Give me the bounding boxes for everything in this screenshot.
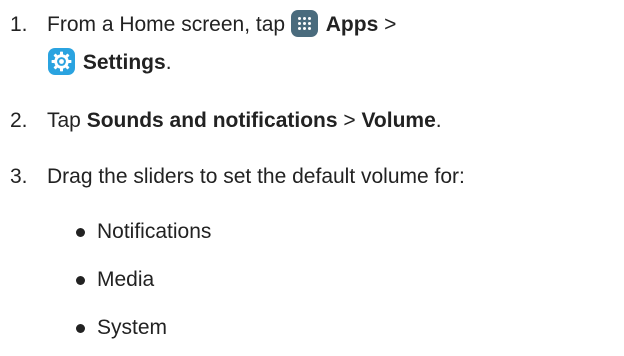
separator: > xyxy=(378,13,397,36)
bullet-dot xyxy=(76,324,85,333)
settings-gear-icon xyxy=(48,48,75,75)
step-1-line-1: From a Home screen, tap Apps > xyxy=(47,10,396,40)
bullet-text: Notifications xyxy=(97,220,212,243)
bullet-dot xyxy=(76,228,85,237)
volume-label: Volume xyxy=(361,109,436,132)
bullet-text: System xyxy=(97,316,168,339)
period: . xyxy=(165,51,172,74)
step-text: Tap xyxy=(47,109,87,132)
sounds-and-notifications-label: Sounds and notifications xyxy=(86,109,338,132)
step-number: 1. xyxy=(10,13,28,36)
step-2-line: Tap Sounds and notifications > Volume. xyxy=(47,106,442,136)
instruction-document: 1. From a Home screen, tap Apps > Settin… xyxy=(0,0,624,356)
separator: > xyxy=(337,109,362,132)
bullet-dot xyxy=(76,276,85,285)
apps-grid-icon xyxy=(290,10,318,37)
bullet-text: Media xyxy=(97,268,155,291)
step-number: 2. xyxy=(10,109,28,132)
period: . xyxy=(435,109,442,132)
step-number: 3. xyxy=(10,165,28,188)
step-3-line: Drag the sliders to set the default volu… xyxy=(47,165,465,188)
apps-label: Apps xyxy=(325,13,379,36)
settings-label: Settings xyxy=(82,51,166,74)
step-text: From a Home screen, tap xyxy=(47,13,291,36)
step-1-line-2: Settings. xyxy=(48,48,172,78)
